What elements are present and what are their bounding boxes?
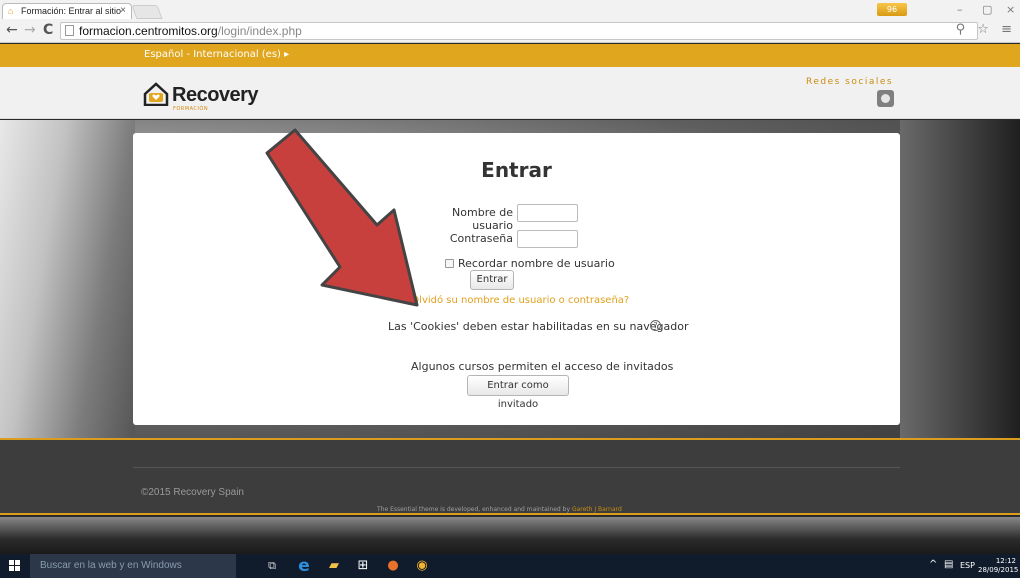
social-title: Redes sociales <box>806 77 894 87</box>
site-footer: ©2015 Recovery Spain The Essential theme… <box>0 438 1020 515</box>
credit-author-link[interactable]: Gareth J Barnard <box>572 506 622 513</box>
page-title: Entrar <box>481 158 552 182</box>
address-bar-row: ← → C formacion.centromitos.org/login/in… <box>0 19 1020 43</box>
url-path: /login/index.php <box>217 24 302 38</box>
login-panel: Entrar Nombre de usuario Contraseña Reco… <box>133 133 900 425</box>
url-input[interactable]: formacion.centromitos.org/login/index.ph… <box>60 22 978 40</box>
notification-badge[interactable]: 96 <box>877 3 907 16</box>
back-icon[interactable]: ← <box>6 22 18 38</box>
help-icon[interactable]: ? <box>650 320 661 331</box>
store-icon[interactable]: ⊞ <box>355 558 371 574</box>
keyboard-language[interactable]: ESP <box>960 561 975 570</box>
logo-subtext: FORMACIÓN <box>173 106 209 112</box>
firefox-icon[interactable]: ● <box>385 558 401 574</box>
reload-icon[interactable]: C <box>43 22 53 38</box>
guest-notice: Algunos cursos permiten el acceso de inv… <box>411 360 674 373</box>
tab-close-icon[interactable]: × <box>120 5 126 16</box>
bottom-background-photo <box>0 517 1020 554</box>
language-selector[interactable]: Español - Internacional (es) ▸ <box>144 49 289 60</box>
browser-tab-strip: ⌂ Formación: Entrar al sitio × 96 – ▢ × <box>0 0 1020 19</box>
close-window-icon[interactable]: × <box>1006 3 1015 16</box>
chrome-icon[interactable]: ◉ <box>414 558 430 574</box>
minimize-icon[interactable]: – <box>957 3 963 16</box>
file-explorer-icon[interactable]: ▰ <box>326 558 342 574</box>
annotation-arrow-icon <box>265 128 419 307</box>
password-input[interactable] <box>517 230 578 248</box>
windows-taskbar: Buscar en la web y en Windows ⧉ e ▰ ⊞ ● … <box>0 554 1020 578</box>
clock-date: 28/09/2015 <box>978 566 1019 574</box>
maximize-icon[interactable]: ▢ <box>982 3 992 16</box>
page-icon <box>65 25 74 36</box>
site-header: Recovery FORMACIÓN Redes sociales <box>0 67 1020 119</box>
notifications-icon[interactable]: ▤ <box>944 559 953 570</box>
new-tab-button[interactable] <box>131 5 163 19</box>
tray-chevron-icon[interactable]: ^ <box>929 559 937 570</box>
clock-time: 12:12 <box>995 557 1016 565</box>
house-heart-logo-icon[interactable] <box>143 82 169 106</box>
language-bar: Español - Internacional (es) ▸ <box>0 44 1020 67</box>
browser-menu-icons[interactable]: ⚲ ☆ ≡ <box>956 22 1016 37</box>
forward-icon[interactable]: → <box>24 22 36 38</box>
url-host: formacion.centromitos.org <box>79 24 218 38</box>
theme-credit: The Essential theme is developed, enhanc… <box>377 506 622 513</box>
cookies-notice: Las 'Cookies' deben estar habilitadas en… <box>388 320 689 333</box>
task-view-icon[interactable]: ⧉ <box>264 558 280 574</box>
system-clock[interactable]: 12:12 28/09/2015 <box>978 557 1019 575</box>
copyright-text: ©2015 Recovery Spain <box>141 487 244 498</box>
guest-login-button[interactable]: Entrar como invitado <box>467 375 569 410</box>
login-button[interactable]: Entrar <box>470 270 514 290</box>
footer-divider <box>133 467 900 468</box>
taskbar-search-input[interactable]: Buscar en la web y en Windows <box>30 554 236 578</box>
edge-browser-icon[interactable]: e <box>296 558 312 575</box>
social-network-icon[interactable] <box>877 90 894 107</box>
remember-label: Recordar nombre de usuario <box>458 257 615 270</box>
site-favicon-icon: ⌂ <box>8 6 14 16</box>
windows-start-icon[interactable] <box>9 560 21 572</box>
forgot-password-link[interactable]: ¿Olvidó su nombre de usuario o contraseñ… <box>406 295 629 306</box>
browser-tab[interactable]: ⌂ Formación: Entrar al sitio × <box>2 3 132 19</box>
logo-text[interactable]: Recovery <box>172 84 259 107</box>
tab-title: Formación: Entrar al sitio <box>21 6 122 16</box>
remember-checkbox[interactable] <box>445 259 454 268</box>
credit-text: The Essential theme is developed, enhanc… <box>377 506 571 513</box>
username-input[interactable] <box>517 204 578 222</box>
